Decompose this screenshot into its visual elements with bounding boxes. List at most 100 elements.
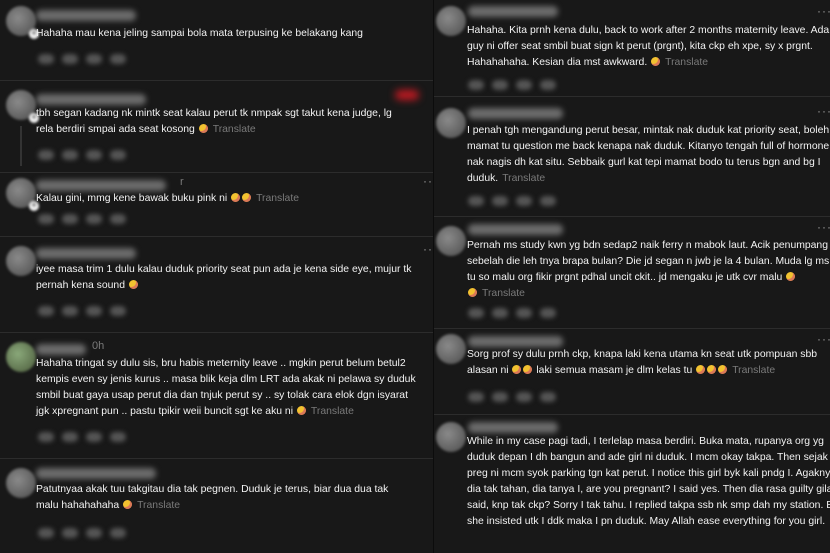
translate-link[interactable]: Translate [482,288,525,299]
avatar[interactable] [436,334,466,364]
more-options-icon[interactable]: ··· [817,332,830,346]
reply-post[interactable]: ··· iyee masa trim 1 dulu kalau duduk pr… [0,236,433,333]
avatar[interactable] [436,422,466,452]
reply-icon[interactable] [62,306,78,316]
reply-post[interactable]: ··· Pernah ms study kwn yg bdn sedap2 na… [434,216,830,329]
reply-icon[interactable] [492,80,508,90]
post-actions [38,306,126,316]
reply-post[interactable]: 0h Hahaha tringat sy dulu sis, bru habis… [0,332,433,459]
reply-post[interactable]: ··· Hahaha. Kita prnh kena dulu, back to… [434,0,830,97]
repost-icon[interactable] [86,528,102,538]
reply-post[interactable]: r ··· Kalau gini, mmg kene bawak buku pi… [0,172,433,237]
share-icon[interactable] [110,306,126,316]
avatar[interactable] [6,246,36,276]
laughing-emoji-icon [198,124,208,133]
username[interactable] [468,224,563,235]
translate-link[interactable]: Translate [311,406,354,417]
share-icon[interactable] [110,214,126,224]
like-icon[interactable] [38,150,54,160]
translate-link[interactable]: Translate [732,365,775,376]
share-icon[interactable] [540,80,556,90]
share-icon[interactable] [110,528,126,538]
username[interactable] [36,94,146,105]
username[interactable] [468,422,558,433]
repost-icon[interactable] [516,196,532,206]
reply-icon[interactable] [492,308,508,318]
reply-post[interactable]: Patutnyaa akak tuu takgitau dia tak pegn… [0,458,433,553]
translate-link[interactable]: Translate [256,193,299,204]
avatar[interactable] [6,342,36,372]
repost-icon[interactable] [516,80,532,90]
avatar[interactable] [436,108,466,138]
username[interactable] [36,10,136,21]
like-icon[interactable] [38,306,54,316]
post-text: I penah tgh mengandung perut besar, mint… [467,125,830,184]
reply-icon[interactable] [62,214,78,224]
reply-icon[interactable] [62,150,78,160]
reply-post[interactable]: Hahaha mau kena jeling sampai bola mata … [0,0,433,81]
avatar[interactable] [6,90,39,123]
username[interactable] [468,6,558,17]
reply-post[interactable]: ··· I penah tgh mengandung perut besar, … [434,96,830,217]
reply-icon[interactable] [62,54,78,64]
translate-link[interactable]: Translate [137,500,180,511]
translate-link[interactable]: Translate [665,57,708,68]
repost-icon[interactable] [86,432,102,442]
username[interactable] [36,344,86,355]
username[interactable] [468,108,563,119]
share-icon[interactable] [110,432,126,442]
reply-icon[interactable] [62,528,78,538]
share-icon[interactable] [110,54,126,64]
username[interactable] [36,180,166,191]
repost-icon[interactable] [86,214,102,224]
like-icon[interactable] [38,214,54,224]
reply-post[interactable]: tbh segan kadang nk mintk seat kalau per… [0,80,433,173]
username[interactable] [468,336,563,347]
repost-icon[interactable] [86,306,102,316]
laughing-emoji-icon [523,365,533,374]
post-time: 0h [92,340,105,352]
share-icon[interactable] [540,308,556,318]
more-options-icon[interactable]: ··· [817,220,830,234]
avatar[interactable] [6,6,39,39]
more-options-icon[interactable]: ··· [423,242,433,256]
reply-icon[interactable] [62,432,78,442]
reply-icon[interactable] [492,392,508,402]
post-actions [38,150,126,160]
repost-icon[interactable] [516,308,532,318]
like-icon[interactable] [468,392,484,402]
like-icon[interactable] [38,432,54,442]
reply-post[interactable]: While in my case pagi tadi, I terlelap m… [434,414,830,553]
translate-link[interactable]: Translate [502,173,545,184]
share-icon[interactable] [540,392,556,402]
more-options-icon[interactable]: ··· [423,174,433,188]
more-options-icon[interactable]: ··· [817,4,830,18]
repost-icon[interactable] [86,54,102,64]
avatar[interactable] [6,178,39,211]
thread-line [20,126,22,166]
username[interactable] [36,468,156,479]
like-icon[interactable] [38,528,54,538]
avatar[interactable] [436,226,466,256]
laughing-emoji-icon [707,365,717,374]
like-icon[interactable] [468,80,484,90]
share-icon[interactable] [540,196,556,206]
laughing-emoji-icon [242,193,252,202]
like-icon[interactable] [468,308,484,318]
more-options-icon[interactable]: ··· [817,104,830,118]
avatar[interactable] [436,6,466,36]
username[interactable] [36,248,136,259]
repost-icon[interactable] [86,150,102,160]
like-icon[interactable] [468,196,484,206]
right-thread-panel: ··· Hahaha. Kita prnh kena dulu, back to… [433,0,830,553]
like-icon[interactable] [38,54,54,64]
avatar[interactable] [6,468,36,498]
repost-icon[interactable] [516,392,532,402]
reply-icon[interactable] [492,196,508,206]
post-time: r [180,176,184,188]
share-icon[interactable] [110,150,126,160]
laughing-emoji-icon [696,365,706,374]
reply-post[interactable]: ··· Sorg prof sy dulu prnh ckp, knapa la… [434,328,830,415]
translate-link[interactable]: Translate [213,124,256,135]
post-actions [38,54,126,64]
